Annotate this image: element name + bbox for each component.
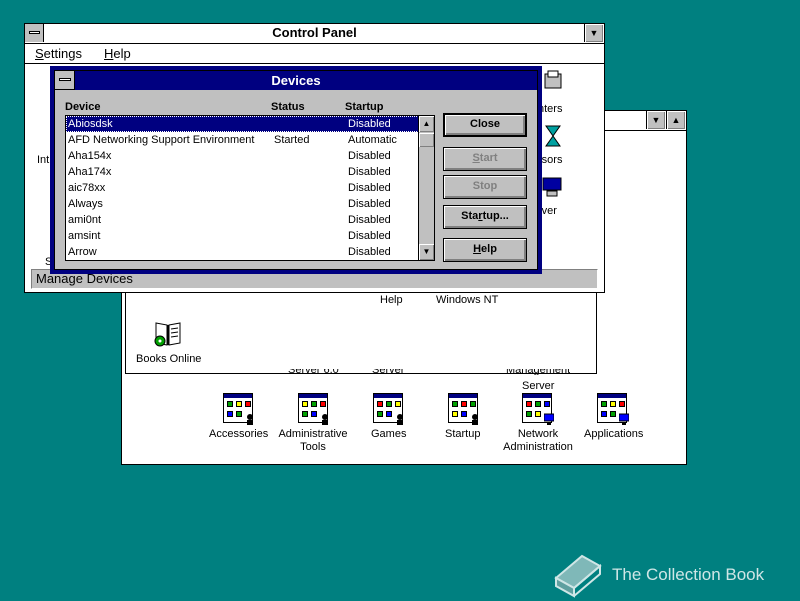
column-device: Device: [65, 101, 101, 113]
device-row[interactable]: Aha174x Disabled: [66, 164, 419, 180]
device-row[interactable]: Arrow Disabled: [66, 244, 419, 260]
device-cell-device: ami0nt: [68, 214, 102, 226]
device-cell-device: aic78xx: [68, 182, 106, 194]
minimize-button[interactable]: ▼: [646, 111, 665, 129]
administrative-tools-group-icon[interactable]: [298, 393, 328, 425]
server-icon[interactable]: [541, 176, 563, 198]
games-group-icon[interactable]: [373, 393, 403, 425]
book-logo-icon: [548, 550, 604, 598]
network-administration-group-icon[interactable]: [522, 393, 554, 425]
device-cell-status: Started: [274, 134, 310, 146]
device-cell-device: Arrow: [68, 246, 97, 258]
menu-settings[interactable]: Settings: [35, 46, 82, 61]
accessories-label[interactable]: Accessories: [209, 428, 268, 441]
device-cell-startup: Disabled: [348, 150, 391, 162]
device-cell-startup: Disabled: [348, 182, 391, 194]
devices-dialog-title[interactable]: Devices: [55, 71, 537, 90]
device-cell-device: Aha154x: [68, 150, 112, 162]
applications-label[interactable]: Applications: [584, 428, 643, 441]
close-button-label: Close: [470, 118, 500, 130]
books-online-label[interactable]: Books Online: [136, 353, 201, 366]
stop-button[interactable]: Stop: [443, 175, 527, 199]
control-panel-menu-bar: Settings Help: [25, 44, 604, 64]
accessories-group-icon[interactable]: [223, 393, 253, 425]
administrative-tools-label-text: Administrative Tools: [278, 428, 348, 453]
books-online-icon[interactable]: [152, 319, 184, 349]
clipped-label-management-server: Server: [522, 380, 555, 392]
scroll-up-button[interactable]: ▲: [419, 116, 434, 132]
device-cell-startup: Automatic: [348, 134, 397, 146]
device-list[interactable]: Arrow Disabled amsint Disabled ami0nt Disable…: [65, 115, 435, 261]
device-list-scrollbar[interactable]: ▲ ▼: [418, 116, 434, 260]
device-row[interactable]: Always Disabled: [66, 196, 419, 212]
administrative-tools-label[interactable]: Administrative Tools: [278, 428, 348, 454]
device-cell-startup: Disabled: [348, 214, 391, 226]
control-panel-title-bar[interactable]: Control Panel: [25, 24, 604, 44]
network-administration-label[interactable]: Network Administration: [500, 428, 576, 454]
watermark-text: The Collection Book: [612, 565, 765, 584]
help-icon-label[interactable]: Help: [380, 294, 403, 307]
device-row[interactable]: Abiosdsk Disabled: [66, 116, 419, 132]
device-row[interactable]: AFD Networking Support Environment Starte…: [66, 132, 419, 148]
device-cell-startup: Disabled: [348, 118, 391, 130]
clipped-label-server: Server: [372, 369, 405, 375]
network-administration-label-text: Network Administration: [503, 428, 573, 453]
scroll-thumb[interactable]: [419, 133, 434, 147]
printers-icon[interactable]: [543, 70, 563, 96]
column-startup: Startup: [345, 101, 384, 113]
device-cell-device: AFD Networking Support Environment: [68, 134, 255, 146]
start-button[interactable]: Start: [443, 147, 527, 171]
devices-system-menu[interactable]: [55, 71, 75, 90]
clipped-label-management: Management: [506, 369, 571, 375]
devices-dialog: Devices Device Status Startup Arrow Disab…: [50, 66, 542, 274]
device-row[interactable]: Aha154x Disabled: [66, 148, 419, 164]
menu-help[interactable]: Help: [104, 46, 131, 61]
device-cell-startup: Disabled: [348, 166, 391, 178]
device-cell-device: Always: [68, 198, 103, 210]
close-button[interactable]: Close: [443, 113, 527, 137]
device-cell-device: Abiosdsk: [68, 118, 113, 130]
column-status: Status: [271, 101, 305, 113]
device-cell-device: amsint: [68, 230, 101, 242]
cursors-icon[interactable]: [543, 124, 563, 148]
device-row[interactable]: ami0nt Disabled: [66, 212, 419, 228]
windows-nt-icon-label[interactable]: Windows NT: [436, 294, 498, 307]
devices-dialog-body: Devices Device Status Startup Arrow Disab…: [54, 70, 538, 270]
device-cell-startup: Disabled: [348, 230, 391, 242]
device-cell-startup: Disabled: [348, 198, 391, 210]
help-button[interactable]: Help: [443, 238, 527, 262]
device-row[interactable]: aic78xx Disabled: [66, 180, 419, 196]
scroll-down-button[interactable]: ▼: [419, 244, 434, 260]
device-row[interactable]: amsint Disabled: [66, 228, 419, 244]
clipped-label-server-6: Server 6.0: [288, 369, 339, 375]
maximize-button[interactable]: ▲: [666, 111, 685, 129]
games-label[interactable]: Games: [371, 428, 406, 441]
control-panel-scroll-button[interactable]: ▼: [584, 24, 603, 42]
applications-group-icon[interactable]: [597, 393, 629, 425]
startup-button[interactable]: Startup...: [443, 205, 527, 229]
startup-label[interactable]: Startup: [445, 428, 480, 441]
startup-group-icon[interactable]: [448, 393, 478, 425]
control-panel-system-menu[interactable]: [25, 24, 44, 42]
device-cell-startup: Disabled: [348, 246, 391, 258]
international-label[interactable]: Int: [37, 154, 49, 167]
device-cell-device: Aha174x: [68, 166, 112, 178]
